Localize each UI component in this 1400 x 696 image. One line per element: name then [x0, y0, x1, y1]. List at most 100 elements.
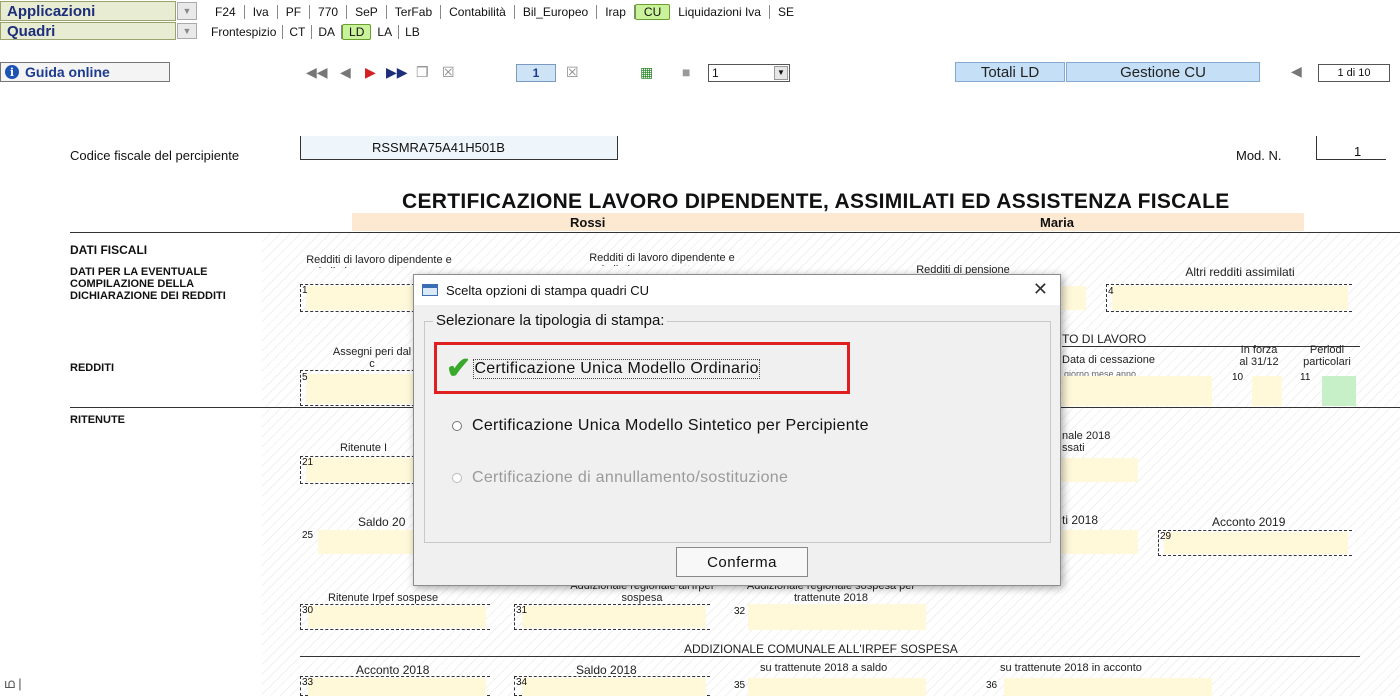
guida-online-button[interactable]: i Guida online: [0, 62, 170, 82]
field-10-fill[interactable]: [1252, 376, 1282, 406]
field-29-fill: [1164, 532, 1348, 554]
name-band: [352, 213, 1304, 231]
tab-f24[interactable]: F24: [207, 5, 245, 19]
redditi-heading: REDDITI: [70, 362, 114, 374]
field-11-number: 11: [1300, 372, 1311, 383]
in-forza-label: In forza al 31/12: [1239, 344, 1279, 368]
applicazioni-chevron-down-icon[interactable]: ▼: [177, 2, 197, 20]
page-number-input[interactable]: 1: [516, 64, 556, 82]
field-32-fill[interactable]: [748, 604, 926, 630]
option-annullamento-label: Certificazione di annullamento/sostituzi…: [472, 469, 789, 486]
totali-ld-label: Totali LD: [980, 63, 1040, 81]
dati-fiscali-heading: DATI FISCALI: [70, 243, 148, 257]
nale-2018-label: nale 2018 ssati: [1062, 430, 1111, 454]
acconto-2018-label: Acconto 2018: [356, 663, 430, 677]
option-annullamento[interactable]: Certificazione di annullamento/sostituzi…: [452, 469, 788, 487]
toolbar: Applicazioni ▼ F24 Iva PF 770 SeP TerFab…: [0, 0, 1400, 88]
saldo-20-label: Saldo 20: [358, 515, 406, 529]
print-options-dialog: Scelta opzioni di stampa quadri CU ✕ Sel…: [413, 274, 1061, 586]
tab-frontespizio[interactable]: Frontespizio: [205, 25, 284, 39]
radio-button[interactable]: [452, 473, 462, 483]
tab-la[interactable]: LA: [371, 25, 400, 39]
guida-online-label: Guida online: [25, 64, 110, 80]
last-page-icon[interactable]: ▶▶: [386, 65, 408, 79]
delete-page-icon[interactable]: ☒: [442, 65, 455, 79]
form-title: CERTIFICAZIONE LAVORO DIPENDENTE, ASSIMI…: [402, 190, 1230, 213]
tab-liquidazioni-iva[interactable]: Liquidazioni Iva: [670, 5, 770, 19]
tab-ct[interactable]: CT: [283, 25, 313, 39]
su-tratt-acconto-label: su trattenute 2018 in acconto: [1000, 662, 1142, 674]
quadri-dropdown[interactable]: Quadri: [0, 22, 176, 40]
tab-da[interactable]: DA: [312, 25, 343, 39]
field-36-fill[interactable]: [1004, 678, 1212, 696]
field-34-fill: [522, 678, 706, 696]
tab-cu[interactable]: CU: [634, 4, 671, 20]
field-25-fill[interactable]: [318, 530, 418, 554]
tab-sep[interactable]: SeP: [347, 5, 387, 19]
field-29-number: 29: [1160, 531, 1172, 542]
field-1-number: 1: [302, 285, 308, 296]
field-35-fill[interactable]: [748, 678, 926, 696]
quadri-label: Quadri: [7, 22, 56, 40]
module-counter: 1 di 10: [1318, 64, 1390, 82]
field-33-fill: [308, 678, 486, 696]
chevron-down-icon[interactable]: ▼: [774, 66, 788, 80]
conferma-button[interactable]: Conferma: [676, 547, 808, 577]
ritenute-heading: RITENUTE: [70, 414, 125, 426]
module-select[interactable]: 1 ▼: [708, 64, 790, 82]
prev-page-icon[interactable]: ◀: [340, 65, 351, 79]
dialog-titlebar: Scelta opzioni di stampa quadri CU ✕: [414, 275, 1060, 305]
applicazioni-dropdown[interactable]: Applicazioni: [0, 1, 176, 21]
gestione-cu-button[interactable]: Gestione CU: [1066, 62, 1260, 82]
import-icon[interactable]: ▦: [640, 65, 653, 79]
field-36-number: 36: [986, 680, 998, 691]
cf-value: RSSMRA75A41H501B: [372, 140, 505, 155]
mod-input[interactable]: [1316, 136, 1386, 160]
tab-ld[interactable]: LD: [342, 24, 372, 40]
tab-se[interactable]: SE: [770, 5, 802, 19]
prev-module-icon[interactable]: ◀: [1291, 64, 1302, 78]
copy-page-icon[interactable]: ❒: [416, 65, 429, 79]
option-sintetico-label: Certificazione Unica Modello Sintetico p…: [472, 417, 869, 434]
tab-terfab[interactable]: TerFab: [387, 5, 442, 19]
dati-eventuale-heading: DATI PER LA EVENTUALE COMPILAZIONE DELLA…: [70, 266, 226, 302]
close-icon[interactable]: ✕: [1033, 279, 1048, 300]
tab-iva[interactable]: Iva: [245, 5, 278, 19]
add-comunale-heading: ADDIZIONALE COMUNALE ALL'IRPEF SOSPESA: [684, 642, 958, 656]
cf-label: Codice fiscale del percipiente: [70, 148, 240, 163]
field-33-number: 33: [302, 677, 314, 688]
tab-pf[interactable]: PF: [278, 5, 311, 19]
clear-page-icon[interactable]: ☒: [566, 65, 579, 79]
assegni-label: Assegni peri dal c: [332, 346, 412, 370]
option-ordinario[interactable]: ✔ Certificazione Unica Modello Ordinario: [446, 352, 760, 385]
field-28-fill: [1062, 530, 1138, 554]
tab-lb[interactable]: LB: [399, 25, 426, 39]
ti-2018-label: ti 2018: [1062, 513, 1099, 527]
quadri-chevron-down-icon[interactable]: ▼: [177, 23, 197, 39]
checkmark-icon: ✔: [446, 352, 472, 385]
field-11-fill[interactable]: [1322, 376, 1356, 406]
next-page-icon[interactable]: ▶: [365, 65, 376, 79]
grey-block-icon[interactable]: ■: [682, 65, 690, 79]
quadri-tabs: Frontespizio CT DA LD LA LB: [205, 24, 426, 40]
field-30-fill: [308, 606, 486, 628]
col4-label: Altri redditi assimilati: [1185, 265, 1295, 279]
field-35-number: 35: [734, 680, 746, 691]
field-21-fill: [306, 458, 416, 482]
totali-ld-button[interactable]: Totali LD: [955, 62, 1065, 82]
ritenute-irpef-sospese-label: Ritenute Irpef sospese: [328, 592, 439, 604]
field-34-number: 34: [516, 677, 528, 688]
tab-contabilita[interactable]: Contabilità: [441, 5, 515, 19]
field-3-fill: [1062, 286, 1086, 310]
first-page-icon[interactable]: ◀◀: [306, 65, 328, 79]
radio-button[interactable]: [452, 421, 462, 431]
tab-bil-europeo[interactable]: Bil_Europeo: [515, 5, 598, 19]
option-sintetico[interactable]: Certificazione Unica Modello Sintetico p…: [452, 417, 869, 435]
tab-irap[interactable]: Irap: [597, 5, 635, 19]
field-32-number: 32: [734, 606, 746, 617]
periodi-label: Periodi particolari: [1303, 344, 1351, 368]
saldo-2018-label: Saldo 2018: [576, 663, 637, 677]
su-tratt-saldo-label: su trattenute 2018 a saldo: [760, 662, 888, 674]
conferma-label: Conferma: [707, 553, 777, 571]
tab-770[interactable]: 770: [310, 5, 348, 19]
